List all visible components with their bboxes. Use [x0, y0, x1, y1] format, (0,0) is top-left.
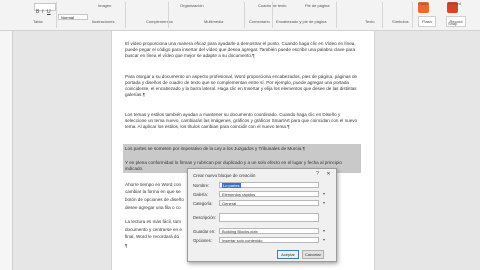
italic-icon[interactable]: I [42, 9, 43, 15]
create-building-block-dialog: Crear nuevo bloque de creación ? ✕ Nombr… [187, 168, 337, 262]
flash-button[interactable]: Flash [418, 16, 436, 27]
ribbon: Normal B I U Imagen Organización Cuadro … [0, 0, 480, 31]
ok-button[interactable]: Aceptar [277, 250, 299, 259]
gallery-dropdown-icon[interactable]: ▾ [321, 191, 327, 197]
ribbon-divider [336, 2, 337, 28]
paragraph-lectura-2[interactable]: documento y centrarse en e [125, 227, 195, 233]
ribbon-group-simbolos: Símbolos [392, 19, 409, 24]
ribbon-group-texto: Texto [365, 19, 375, 24]
category-label: Categoría: [193, 201, 213, 206]
style-box[interactable]: Normal [58, 14, 88, 20]
name-label: Nombre: [193, 183, 210, 188]
paragraph-ahorre-4[interactable]: desee agregar una fila o co [125, 205, 195, 211]
bold-icon[interactable]: B [36, 9, 39, 15]
underline-icon[interactable]: U [47, 9, 51, 15]
save-in-select[interactable]: Building Blocks.dotx [219, 228, 319, 234]
ribbon-divider [168, 2, 169, 28]
ribbon-group-ilustraciones: Ilustraciones [92, 19, 115, 24]
paragraph-lectura-1[interactable]: La lectura es más fácil, tam [125, 219, 195, 225]
options-select[interactable]: Insertar solo contenido [219, 237, 319, 243]
ribbon-divider [244, 2, 245, 28]
paragraph-ahorre-2[interactable]: cambiar la forma en que se [125, 189, 195, 195]
cancel-button[interactable]: Cancelar [302, 250, 324, 259]
dialog-title: Crear nuevo bloque de creación [193, 173, 256, 178]
ribbon-group-encabezado: Encabezado y pie de página [276, 19, 327, 24]
save-in-label: Guardar en: [193, 229, 216, 234]
category-select[interactable]: General [219, 200, 319, 206]
paragraph-ahorre-1[interactable]: Ahorre tiempo en Word con [125, 182, 195, 188]
options-label: Opciones: [193, 238, 212, 243]
close-icon[interactable]: ✕ [324, 171, 333, 178]
ribbon-divider [125, 2, 126, 28]
ribbon-divider [56, 2, 57, 28]
record-label: Record [448, 1, 461, 6]
paragraph-lectura-3[interactable]: final, Word le recordará dó [125, 234, 195, 240]
help-button[interactable]: ? [313, 171, 322, 178]
ribbon-snippet-pie: Pie de página [305, 3, 330, 8]
ribbon-divider [382, 2, 383, 28]
flash-label: Flash [418, 1, 428, 6]
name-value: Lo partes [222, 183, 241, 188]
ribbon-snippet-organizacion: Organización [180, 3, 204, 8]
ribbon-divider [272, 2, 273, 28]
ribbon-divider [412, 2, 413, 28]
save-in-dropdown-icon[interactable]: ▾ [321, 228, 327, 234]
ribbon-group-multimedia: Multimedia [204, 19, 224, 24]
paragraph-video[interactable]: El vídeo proporciona una manera eficaz p… [125, 41, 358, 59]
options-dropdown-icon[interactable]: ▾ [321, 237, 327, 243]
vertical-ruler [0, 31, 13, 270]
name-input[interactable]: Lo partes [219, 182, 319, 188]
category-dropdown-icon[interactable]: ▾ [321, 200, 327, 206]
paragraph-temas[interactable]: Los temas y estilos también ayudan a man… [125, 112, 358, 130]
gallery-select[interactable]: Elementos rápidos [219, 191, 319, 197]
gallery-label: Galería: [193, 192, 208, 197]
paragraph-ahorre-3[interactable]: botón de opciones de diseño [125, 197, 195, 203]
snap-label: Snap [448, 21, 458, 26]
paragraph-partes[interactable]: Los partes se someten por imperativo de … [125, 146, 358, 152]
empty-paragraph-mark: ¶ [125, 243, 128, 248]
paragraph-aspecto[interactable]: Para otorgar a su documento un aspecto p… [125, 74, 358, 98]
ribbon-group-tabla: Tabla [33, 19, 43, 24]
ribbon-group-comentario: Comentario [249, 19, 270, 24]
description-input[interactable] [219, 213, 319, 222]
description-label: Descripción: [193, 215, 217, 220]
ribbon-snippet-imagen: Imagen [98, 3, 112, 8]
